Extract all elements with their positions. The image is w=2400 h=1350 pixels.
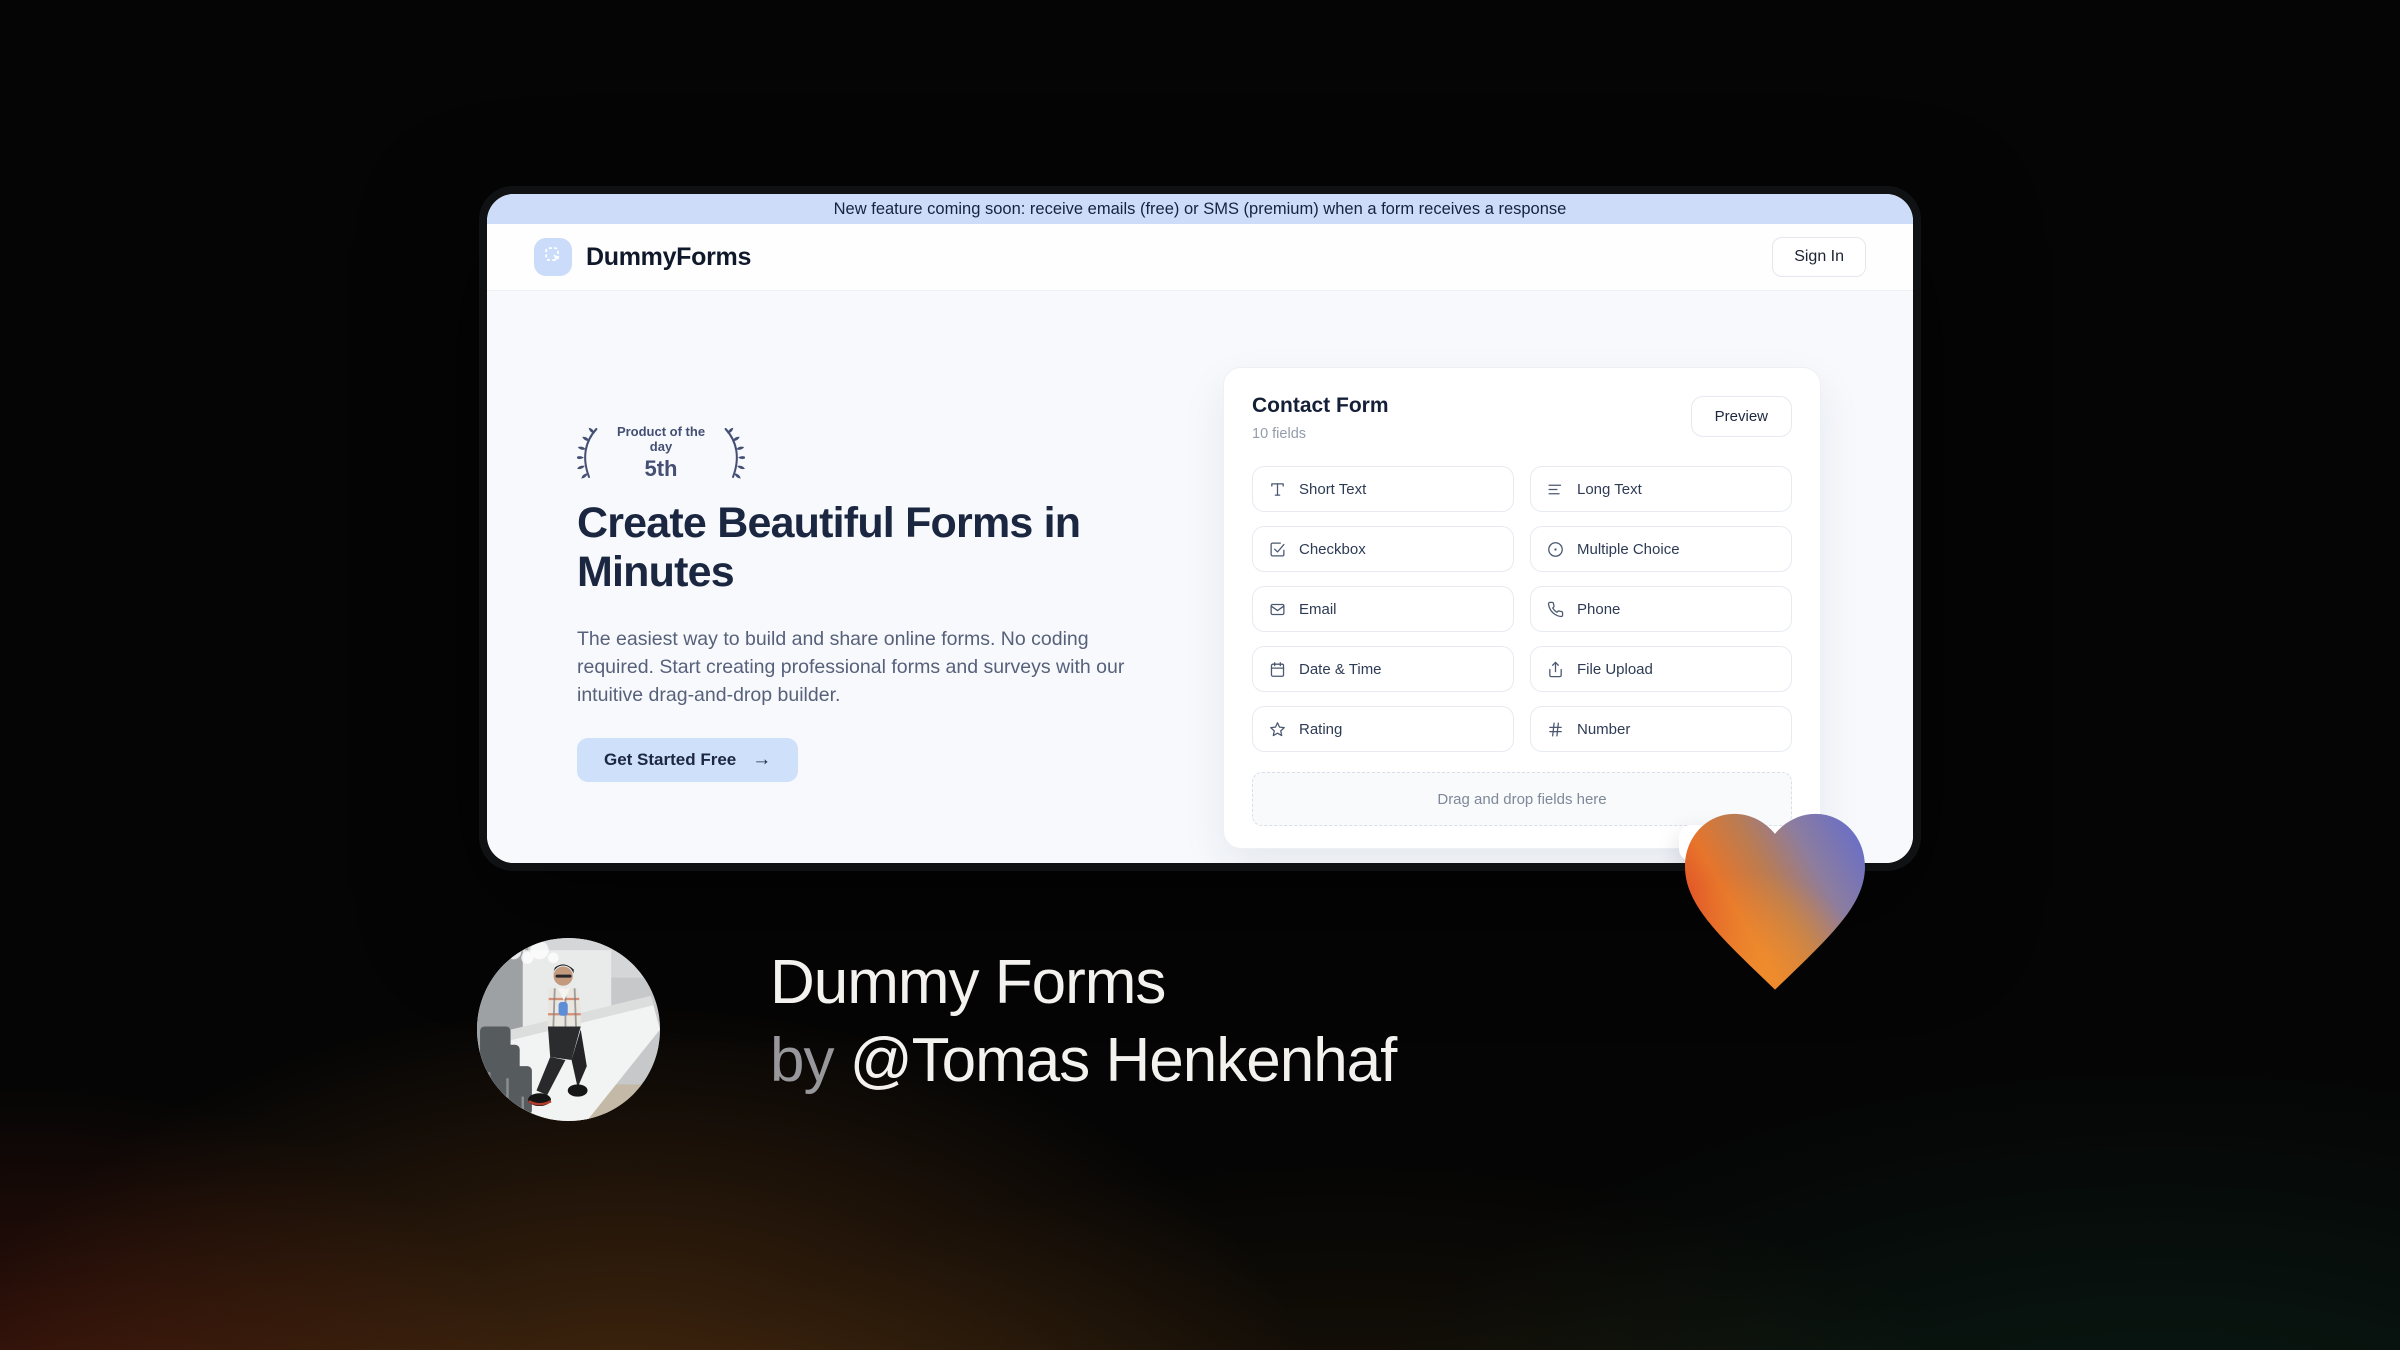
form-builder-card: Contact Form 10 fields Preview Short Tex…	[1223, 367, 1821, 861]
laurel-left-icon	[577, 426, 598, 480]
sign-in-button[interactable]: Sign In	[1772, 237, 1866, 277]
field-button-email[interactable]: Email	[1252, 586, 1514, 632]
star-icon	[1269, 721, 1286, 738]
card-header: Contact Form 10 fields Preview	[1252, 394, 1792, 442]
badge-rank: 5th	[644, 456, 678, 481]
field-button-rating[interactable]: Rating	[1252, 706, 1514, 752]
radio-icon	[1547, 541, 1564, 558]
browser-window: New feature coming soon: receive emails …	[479, 186, 1921, 871]
field-button-multiple-choice[interactable]: Multiple Choice	[1530, 526, 1792, 572]
heart-icon	[1685, 813, 1865, 990]
hash-icon	[1547, 721, 1564, 738]
field-grid: Short Text Long Text Checkbox Multiple C…	[1252, 466, 1792, 752]
app-logo[interactable]	[534, 238, 572, 276]
long-text-icon	[1547, 481, 1564, 498]
avatar	[477, 938, 660, 1121]
checkbox-icon	[1269, 541, 1286, 558]
byline-prefix: by	[770, 1026, 834, 1095]
brand-name[interactable]: DummyForms	[586, 243, 751, 272]
product-of-the-day-badge: Product of the day 5th	[577, 424, 745, 482]
laurel-right-icon	[724, 426, 745, 480]
caption-byline: by @Tomas Henkenhaf	[770, 1022, 1398, 1100]
hero-section: Product of the day 5th Create Beautiful …	[487, 291, 1913, 863]
page-title: Create Beautiful Forms in Minutes	[577, 499, 1081, 596]
phone-icon	[1547, 601, 1564, 618]
arrow-right-icon: →	[752, 749, 772, 770]
field-button-phone[interactable]: Phone	[1530, 586, 1792, 632]
dashed-select-cursor-icon	[542, 244, 564, 271]
badge-line1: Product of the day	[616, 424, 706, 454]
calendar-icon	[1269, 661, 1286, 678]
field-button-number[interactable]: Number	[1530, 706, 1792, 752]
caption: Dummy Forms by @Tomas Henkenhaf	[770, 944, 1398, 1100]
cta-label: Get Started Free	[604, 750, 737, 769]
app-window: New feature coming soon: receive emails …	[487, 194, 1913, 863]
get-started-button[interactable]: Get Started Free →	[577, 738, 799, 782]
hero-description: The easiest way to build and share onlin…	[577, 628, 1125, 706]
field-button-file-upload[interactable]: File Upload	[1530, 646, 1792, 692]
field-button-long-text[interactable]: Long Text	[1530, 466, 1792, 512]
envelope-icon	[1269, 601, 1286, 618]
field-button-date-time[interactable]: Date & Time	[1252, 646, 1514, 692]
upload-icon	[1547, 661, 1564, 678]
field-button-checkbox[interactable]: Checkbox	[1252, 526, 1514, 572]
app-header: DummyForms Sign In	[487, 224, 1913, 291]
announcement-banner: New feature coming soon: receive emails …	[487, 194, 1913, 224]
short-text-icon	[1269, 481, 1286, 498]
caption-title: Dummy Forms	[770, 948, 1166, 1017]
field-button-short-text[interactable]: Short Text	[1252, 466, 1514, 512]
byline-handle: @Tomas Henkenhaf	[849, 1026, 1398, 1095]
avatar-photo	[477, 938, 660, 1121]
preview-button[interactable]: Preview	[1690, 396, 1792, 437]
